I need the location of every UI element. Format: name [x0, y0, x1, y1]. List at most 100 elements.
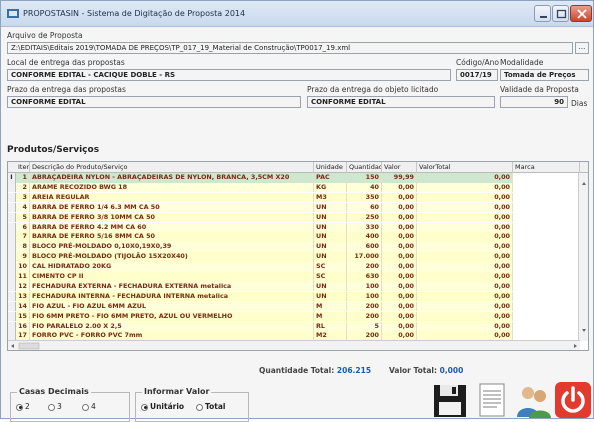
table-row[interactable]: 15 FIO 6MM PRETO - FIO 6MM PRETO, AZUL OU…: [8, 311, 588, 322]
table-cell-un[interactable]: UN: [314, 232, 347, 242]
table-cell-qtd[interactable]: 250: [347, 212, 382, 223]
table-cell-un[interactable]: UN: [314, 281, 347, 292]
prazo-propostas-field[interactable]: CONFORME EDITAL: [7, 96, 301, 108]
users-icon[interactable]: [514, 381, 552, 419]
minimize-button[interactable]: [534, 5, 551, 22]
table-cell-total[interactable]: 0,00: [417, 311, 513, 322]
table-cell-un[interactable]: M: [314, 301, 347, 312]
table-cell-total[interactable]: 0,00: [417, 232, 513, 242]
table-cell-total[interactable]: 0,00: [417, 173, 513, 183]
column-header[interactable]: Unidade: [314, 162, 347, 173]
table-cell-un[interactable]: RL: [314, 321, 347, 332]
table-cell-marca[interactable]: [513, 272, 580, 282]
table-cell-total[interactable]: 0,00: [417, 321, 513, 332]
table-row[interactable]: 8 BLOCO PRÉ-MOLDADO 0,10X0,19X0,39 UN 600 0,…: [8, 242, 588, 252]
table-row[interactable]: 11 CIMENTO CP II SC 630 0,00 0,00: [8, 272, 588, 282]
table-cell-valor[interactable]: 0,00: [382, 272, 417, 282]
radio-total[interactable]: Total: [196, 402, 226, 411]
vertical-scrollbar[interactable]: [578, 173, 588, 341]
table-cell-desc[interactable]: ABRAÇADEIRA NYLON - ABRAÇADEIRAS DE NYLO…: [30, 173, 314, 183]
table-cell-un[interactable]: M: [314, 311, 347, 322]
table-cell-desc[interactable]: FIO AZUL - FIO AZUL 6MM AZUL: [30, 301, 314, 312]
table-cell-total[interactable]: 0,00: [417, 272, 513, 282]
table-cell-qtd[interactable]: 600: [347, 242, 382, 252]
table-cell-valor[interactable]: 0,00: [382, 321, 417, 332]
table-cell-qtd[interactable]: 40: [347, 182, 382, 193]
column-header[interactable]: Valor: [382, 162, 417, 173]
table-cell-item[interactable]: 3: [16, 192, 30, 203]
table-cell-marca[interactable]: [513, 262, 580, 272]
table-cell-marca[interactable]: [513, 311, 580, 322]
table-cell-qtd[interactable]: 200: [347, 311, 382, 322]
table-cell-un[interactable]: SC: [314, 262, 347, 272]
table-cell-qtd[interactable]: 350: [347, 192, 382, 203]
table-cell-total[interactable]: 0,00: [417, 301, 513, 312]
modalidade-field[interactable]: Tomada de Preços: [500, 69, 589, 81]
table-cell-qtd[interactable]: 630: [347, 272, 382, 282]
table-cell-item[interactable]: 1: [16, 173, 30, 183]
table-cell-valor[interactable]: 0,00: [382, 202, 417, 213]
column-header[interactable]: Item: [16, 162, 30, 173]
table-cell-qtd[interactable]: 100: [347, 281, 382, 292]
radio-casas-3[interactable]: 3: [48, 402, 62, 411]
table-cell-total[interactable]: 0,00: [417, 212, 513, 223]
table-row[interactable]: 5 BARRA DE FERRO 3/8 10MM CA 50 UN 250 0,00 0…: [8, 212, 588, 223]
horizontal-scrollbar[interactable]: [8, 340, 580, 350]
arquivo-input[interactable]: Z:\EDITAIS\Editais 2019\TOMADA DE PREÇOS…: [7, 42, 573, 54]
table-row[interactable]: 13 FECHADURA INTERNA - FECHADURA INTERNA …: [8, 291, 588, 302]
table-cell-marca[interactable]: [513, 242, 580, 252]
table-cell-valor[interactable]: 0,00: [382, 262, 417, 272]
browse-button[interactable]: ...: [575, 42, 589, 54]
table-row[interactable]: 10 CAL HIDRATADO 20KG SC 200 0,00 0,00: [8, 262, 588, 272]
save-floppy-icon[interactable]: [431, 381, 469, 419]
table-row[interactable]: 3 AREIA REGULAR M3 350 0,00 0,00: [8, 192, 588, 203]
table-row[interactable]: 14 FIO AZUL - FIO AZUL 6MM AZUL M 200 0,00 0,…: [8, 301, 588, 312]
products-grid[interactable]: ItemDescrição do Produto/ServiçoUnidadeQ…: [7, 161, 589, 351]
table-row[interactable]: 4 BARRA DE FERRO 1/4 6.3 MM CA 50 UN 60 0,00…: [8, 202, 588, 213]
table-cell-marca[interactable]: [513, 212, 580, 223]
table-row[interactable]: I 1 ABRAÇADEIRA NYLON - ABRAÇADEIRAS DE NY…: [8, 173, 588, 183]
table-cell-marca[interactable]: [513, 252, 580, 262]
table-cell-valor[interactable]: 0,00: [382, 182, 417, 193]
table-cell-total[interactable]: 0,00: [417, 281, 513, 292]
local-field[interactable]: CONFORME EDITAL - CACIQUE DOBLE - RS: [7, 69, 451, 81]
validade-field[interactable]: 90: [500, 96, 568, 108]
table-cell-marca[interactable]: [513, 202, 580, 213]
table-cell-un[interactable]: UN: [314, 222, 347, 233]
table-row[interactable]: 12 FECHADURA EXTERNA - FECHADURA EXTERNA …: [8, 281, 588, 292]
table-cell-item[interactable]: 7: [16, 232, 30, 242]
table-cell-marca[interactable]: [513, 232, 580, 242]
table-cell-valor[interactable]: 0,00: [382, 232, 417, 242]
table-cell-marca[interactable]: [513, 192, 580, 203]
table-cell-valor[interactable]: 0,00: [382, 242, 417, 252]
table-cell-desc[interactable]: FIO 6MM PRETO - FIO 6MM PRETO, AZUL OU V…: [30, 311, 314, 322]
report-document-icon[interactable]: [473, 381, 511, 419]
table-cell-total[interactable]: 0,00: [417, 262, 513, 272]
table-cell-desc[interactable]: BARRA DE FERRO 1/4 6.3 MM CA 50: [30, 202, 314, 213]
table-cell-valor[interactable]: 0,00: [382, 291, 417, 302]
table-cell-item[interactable]: 6: [16, 222, 30, 233]
table-cell-valor[interactable]: 0,00: [382, 311, 417, 322]
table-cell-valor[interactable]: 0,00: [382, 252, 417, 262]
table-row[interactable]: 9 BLOCO PRÉ-MOLDADO (TIJOLÃO 15X20X40) UN 1…: [8, 252, 588, 262]
table-cell-un[interactable]: UN: [314, 291, 347, 302]
table-cell-marca[interactable]: [513, 301, 580, 312]
table-cell-item[interactable]: 15: [16, 311, 30, 322]
table-cell-valor[interactable]: 0,00: [382, 301, 417, 312]
radio-casas-2[interactable]: 2: [16, 402, 30, 411]
table-cell-un[interactable]: UN: [314, 252, 347, 262]
table-cell-total[interactable]: 0,00: [417, 252, 513, 262]
table-cell-qtd[interactable]: 330: [347, 222, 382, 233]
table-cell-qtd[interactable]: 100: [347, 291, 382, 302]
radio-unitario[interactable]: Unitário: [141, 402, 184, 411]
prazo-objeto-field[interactable]: CONFORME EDITAL: [307, 96, 495, 108]
column-header[interactable]: Quantidade: [347, 162, 382, 173]
table-cell-un[interactable]: KG: [314, 182, 347, 193]
table-cell-marca[interactable]: [513, 222, 580, 233]
table-cell-valor[interactable]: 0,00: [382, 192, 417, 203]
table-cell-un[interactable]: UN: [314, 242, 347, 252]
table-cell-marca[interactable]: [513, 291, 580, 302]
table-cell-qtd[interactable]: 200: [347, 301, 382, 312]
table-cell-item[interactable]: 14: [16, 301, 30, 312]
column-header[interactable]: ValorTotal: [417, 162, 513, 173]
